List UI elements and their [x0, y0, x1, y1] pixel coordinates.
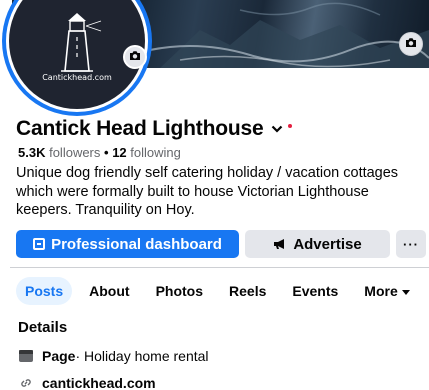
stats-separator: •: [104, 145, 109, 160]
dashboard-icon: [33, 238, 46, 250]
tab-reels[interactable]: Reels: [220, 277, 275, 305]
page-title: Cantick Head Lighthouse: [16, 117, 264, 140]
cover-camera-button[interactable]: [399, 32, 423, 56]
avatar-camera-button[interactable]: [123, 45, 147, 69]
detail-website[interactable]: cantickhead.com: [18, 375, 156, 390]
tab-more[interactable]: More: [355, 277, 418, 305]
following-label[interactable]: following: [130, 145, 181, 160]
more-icon: ···: [403, 236, 419, 252]
camera-icon: [129, 48, 141, 66]
camera-icon: [405, 35, 417, 53]
page-name-row[interactable]: Cantick Head Lighthouse: [16, 117, 293, 141]
followers-label[interactable]: followers: [49, 145, 100, 160]
megaphone-icon: [273, 238, 287, 250]
tab-posts[interactable]: Posts: [16, 277, 73, 305]
caret-down-icon: [401, 289, 410, 295]
tab-about[interactable]: About: [80, 277, 138, 305]
following-count[interactable]: 12: [112, 145, 126, 160]
page-type-value: · Holiday home rental: [75, 348, 209, 364]
profile-tabs: Posts About Photos Reels Events More: [16, 277, 427, 305]
link-icon: [18, 376, 34, 390]
details-heading: Details: [18, 319, 68, 336]
chevron-down-icon[interactable]: [271, 125, 283, 133]
action-buttons: Professional dashboard Advertise ···: [16, 230, 426, 258]
followers-count[interactable]: 5.3K: [18, 145, 45, 160]
section-divider: [10, 267, 429, 268]
follow-stats: 5.3K followers • 12 following: [18, 145, 181, 160]
professional-dashboard-button[interactable]: Professional dashboard: [16, 230, 239, 258]
detail-page-type: Page · Holiday home rental: [18, 348, 209, 364]
tab-events[interactable]: Events: [283, 277, 347, 305]
profile-avatar[interactable]: Cantickhead.com: [2, 0, 152, 116]
advertise-label: Advertise: [293, 235, 362, 253]
tab-more-label: More: [364, 283, 398, 299]
more-actions-button[interactable]: ···: [396, 230, 426, 258]
page-type-label: Page: [42, 348, 76, 364]
flag-icon: [18, 350, 34, 362]
dashboard-label: Professional dashboard: [51, 235, 222, 253]
advertise-button[interactable]: Advertise: [245, 230, 390, 258]
notification-dot: [288, 124, 293, 128]
avatar-caption: Cantickhead.com: [42, 73, 112, 82]
website-link[interactable]: cantickhead.com: [42, 375, 156, 390]
page-bio: Unique dog friendly self catering holida…: [16, 165, 399, 218]
tab-photos[interactable]: Photos: [147, 277, 212, 305]
